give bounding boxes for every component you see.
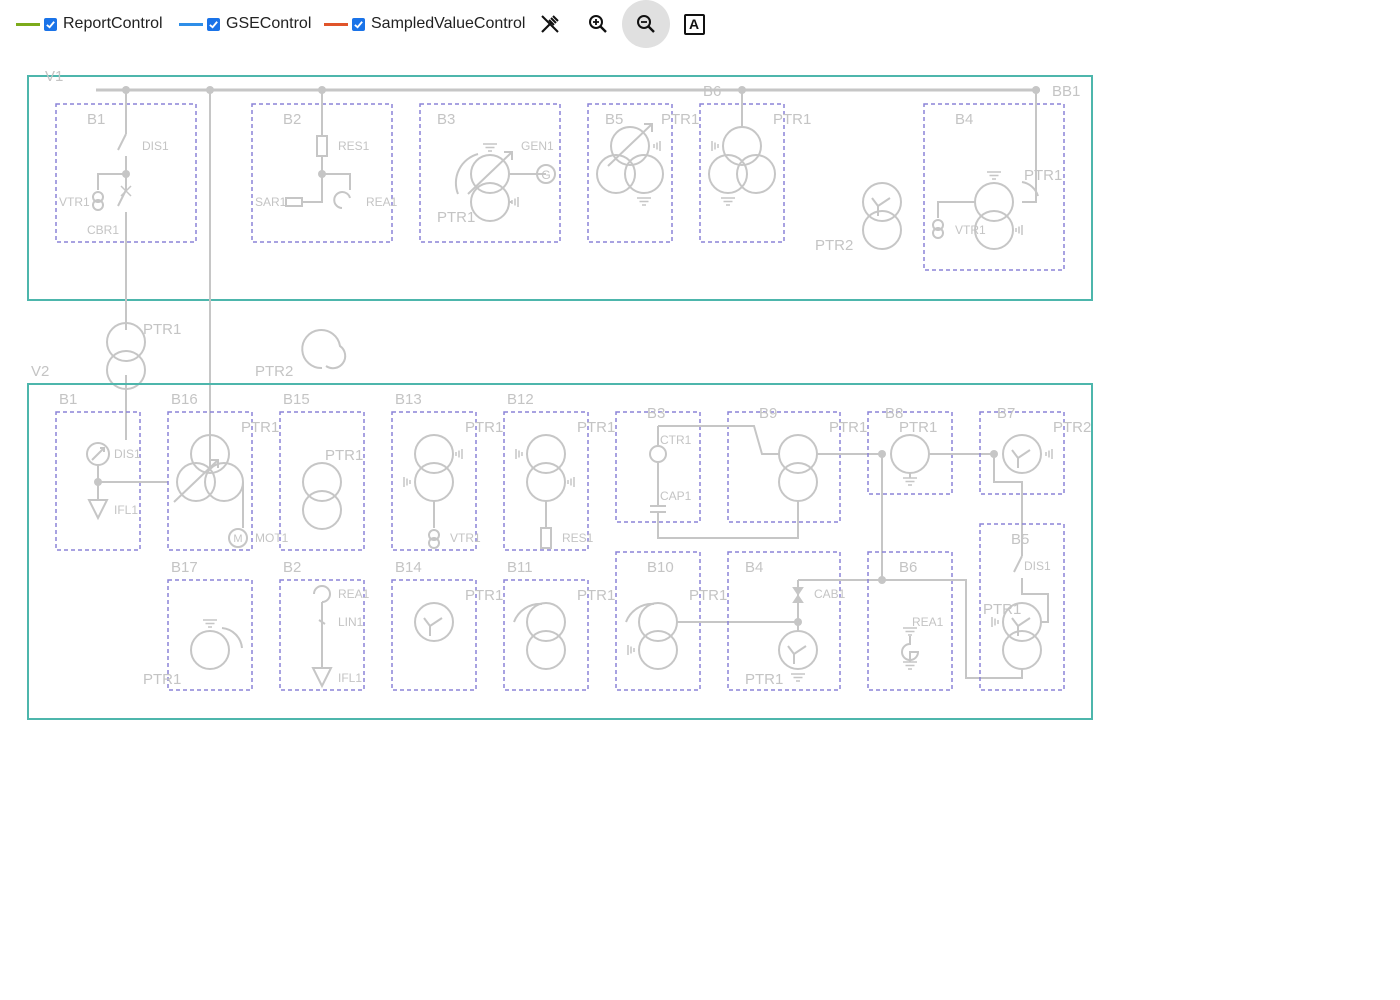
v1-b3-gen1-label: GEN1 — [521, 139, 554, 153]
v1-bay-b4-label: B4 — [955, 111, 973, 128]
v2-bay-b3-label: B3 — [647, 405, 665, 422]
v1-ptr2-label: PTR2 — [815, 237, 853, 254]
v2-b13-ptr1-label: PTR1 — [465, 419, 503, 436]
v1-bay-b6[interactable]: PTR1 — [699, 90, 811, 243]
v2-bay-b15[interactable]: B15 PTR1 — [279, 391, 365, 551]
v2-b1-ifl1-label: IFL1 — [114, 503, 138, 517]
v2-bay-b8[interactable]: B8 PTR1 — [867, 405, 994, 580]
voltage-level-v2-label: V2 — [31, 363, 49, 380]
v2-b4-cab1-label: CAB1 — [814, 587, 846, 601]
v2-bay-b12-label: B12 — [507, 391, 534, 408]
v1-bay-b5-label: B5 — [605, 111, 623, 128]
v2-b15-ptr1-label: PTR1 — [325, 447, 363, 464]
v1-b2-res1-label: RES1 — [338, 139, 370, 153]
v2-b5-ptr1-label: PTR1 — [983, 601, 1021, 618]
v2-bay-b17-label: B17 — [171, 559, 198, 576]
v2-b13-vtr1-label: VTR1 — [450, 531, 481, 545]
v2-bay-b17[interactable]: B17 PTR1 — [143, 559, 253, 691]
v2-b14-ptr1-label: PTR1 — [465, 587, 503, 604]
v2-b8-ptr1-label: PTR1 — [899, 419, 937, 436]
v1-b5-ptr1-label: PTR1 — [661, 111, 699, 128]
v2-b3-ctr1-label: CTR1 — [660, 433, 692, 447]
v2-b16-mot1-label: MOT1 — [255, 531, 289, 545]
v2-b12-res1-label: RES1 — [562, 531, 594, 545]
v2-bay-b1-label: B1 — [59, 391, 77, 408]
v2-bay-b10[interactable]: B10 PTR1 — [615, 551, 798, 691]
v2-b17-ptr1-label: PTR1 — [143, 671, 181, 688]
v1-b6-ptr1-label: PTR1 — [773, 111, 811, 128]
svg-text:G: G — [541, 168, 550, 182]
v2-b11-ptr1-label: PTR1 — [577, 587, 615, 604]
v2-b7-ptr2-label: PTR2 — [1053, 419, 1091, 436]
v2-bay-b13-label: B13 — [395, 391, 422, 408]
v2-b10-ptr1-label: PTR1 — [689, 587, 727, 604]
voltage-level-v1-label: V1 — [45, 68, 63, 85]
v1-bay-b4[interactable]: B4 PTR1 VTR1 — [923, 90, 1065, 271]
v2-bay-b2-label: B2 — [283, 559, 301, 576]
v2-b2-lin1-label: LIN1 — [338, 615, 364, 629]
between-ptr2-label: PTR2 — [255, 363, 293, 380]
v2-b3-cap1-label: CAP1 — [660, 489, 692, 503]
v1-b1-cbr1-label: CBR1 — [87, 223, 119, 237]
single-line-diagram: V1 BB1 B6 B1 DIS1 VTR1 CBR1 B2 RES1 SAR1… — [27, 68, 1093, 720]
v2-bay-b1[interactable]: B1 DIS1 IFL1 — [55, 391, 168, 551]
between-ptr1-label: PTR1 — [143, 321, 181, 338]
v1-bay-b3[interactable]: B3 G GEN1 PTR1 — [419, 103, 561, 243]
v2-bay-b14[interactable]: B14 PTR1 — [391, 559, 503, 691]
v1-b1-vtr1-label: VTR1 — [59, 195, 90, 209]
v2-bay-b13[interactable]: B13 PTR1 VTR1 — [391, 391, 503, 551]
v2-b2-rea1-label: REA1 — [338, 587, 370, 601]
v1-b3-ptr1-label: PTR1 — [437, 209, 475, 226]
v2-bay-b16[interactable]: B16 M PTR1 MOT1 — [167, 391, 289, 551]
voltage-level-v1: V1 BB1 B6 B1 DIS1 VTR1 CBR1 B2 RES1 SAR1… — [27, 68, 1093, 330]
v1-b4-vtr1-label: VTR1 — [955, 223, 986, 237]
v1-bay-b3-label: B3 — [437, 111, 455, 128]
v2-b16-ptr1-label: PTR1 — [241, 419, 279, 436]
v2-bay-b10-label: B10 — [647, 559, 674, 576]
v2-bay-b9-label: B9 — [759, 405, 777, 422]
v2-bay-b16-label: B16 — [171, 391, 198, 408]
voltage-level-v2: V2 B1 DIS1 IFL1 B16 M PTR1 MOT1 B15 PTR1… — [27, 363, 1093, 720]
v1-bay-b2[interactable]: B2 RES1 SAR1 REA1 — [251, 90, 398, 243]
v2-bay-b5[interactable]: B5 DIS1 PTR1 — [979, 523, 1065, 691]
v1-b1-dis1-label: DIS1 — [142, 139, 169, 153]
v1-b4-ptr1-label: PTR1 — [1024, 167, 1062, 184]
v2-bay-b9[interactable]: B9 PTR1 — [657, 405, 882, 539]
v1-bay-b1-label: B1 — [87, 111, 105, 128]
v2-bay-b4-label: B4 — [745, 559, 763, 576]
v2-b4-ptr1-label: PTR1 — [745, 671, 783, 688]
svg-text:M: M — [233, 533, 242, 545]
v2-bay-b2[interactable]: B2 REA1 LIN1 IFL1 — [279, 559, 370, 691]
v1-b2-rea1-label: REA1 — [366, 195, 398, 209]
v2-b2-ifl1-label: IFL1 — [338, 671, 362, 685]
v2-bay-b6-label: B6 — [899, 559, 917, 576]
v2-bay-b12[interactable]: B12 PTR1 RES1 — [503, 391, 615, 551]
v1-b2-sar1-label: SAR1 — [255, 195, 287, 209]
v2-b12-ptr1-label: PTR1 — [577, 419, 615, 436]
v2-bay-b5-label: B5 — [1011, 531, 1029, 548]
v2-bay-b7[interactable]: B7 PTR2 — [979, 405, 1091, 544]
v1-ptr2[interactable]: PTR2 — [815, 182, 902, 254]
v2-bay-b11[interactable]: B11 PTR1 — [503, 559, 615, 691]
v1-bay-b2-label: B2 — [283, 111, 301, 128]
v2-b9-ptr1-label: PTR1 — [829, 419, 867, 436]
v2-bay-b7-label: B7 — [997, 405, 1015, 422]
v1-bay-b5[interactable]: B5 PTR1 — [587, 103, 699, 243]
v2-b5-dis1-label: DIS1 — [1024, 559, 1051, 573]
v2-bay-b6[interactable]: B6 REA1 — [867, 551, 1023, 691]
busbar-bay-b6-label: B6 — [703, 83, 721, 100]
v2-bay-b15-label: B15 — [283, 391, 310, 408]
v2-b1-dis1-label: DIS1 — [114, 447, 141, 461]
v2-bay-b3[interactable]: B3 CTR1 CAP1 — [615, 405, 726, 530]
v1-bay-b1[interactable]: B1 DIS1 VTR1 CBR1 — [55, 90, 197, 330]
busbar-bb1-label: BB1 — [1052, 83, 1080, 100]
v2-bay-b11-label: B11 — [507, 559, 533, 576]
v2-bay-b14-label: B14 — [395, 559, 422, 576]
v2-b6-rea1-label: REA1 — [912, 615, 944, 629]
